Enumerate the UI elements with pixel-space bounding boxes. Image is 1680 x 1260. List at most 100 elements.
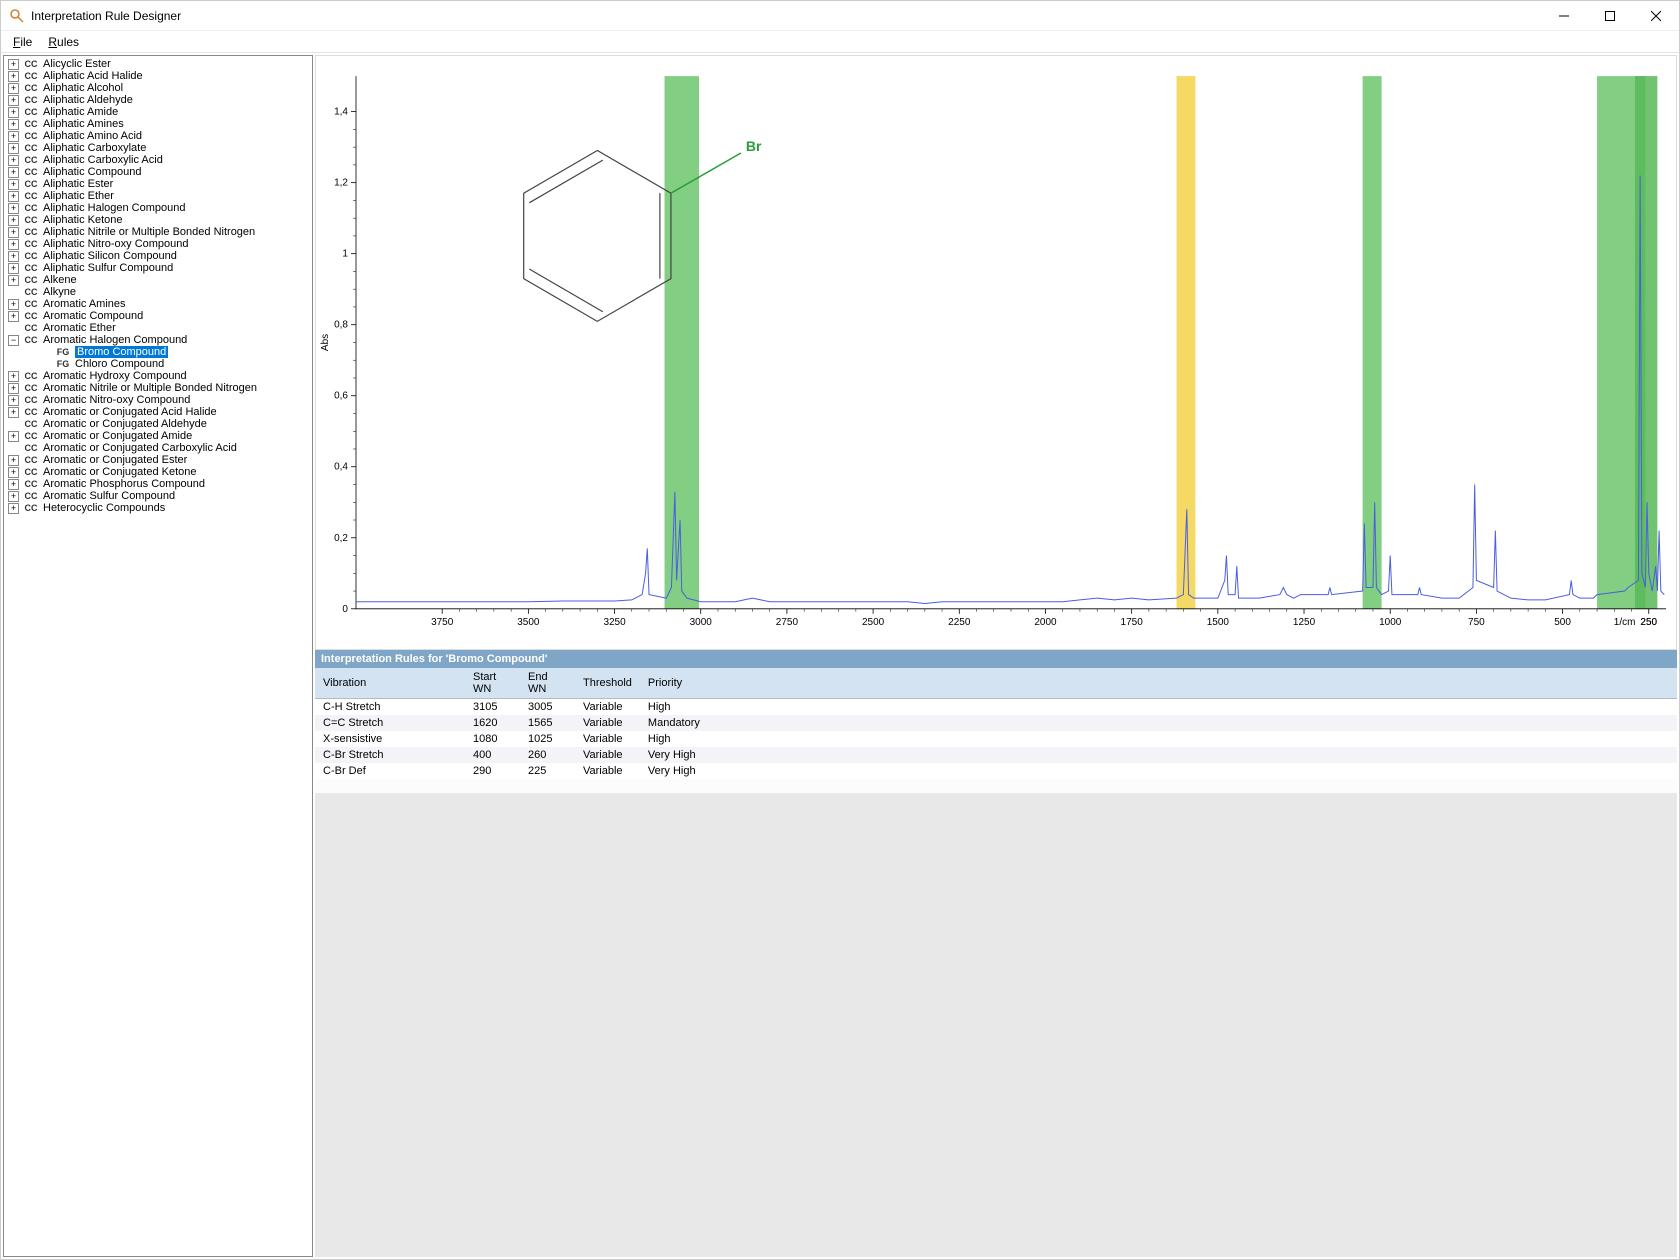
tree-item[interactable]: +CCAliphatic Sulfur Compound <box>4 262 312 274</box>
tree-item[interactable]: +CCAlkene <box>4 274 312 286</box>
expander-icon[interactable]: + <box>8 155 19 166</box>
rules-table[interactable]: VibrationStart WNEnd WNThresholdPriority… <box>315 668 1677 793</box>
tree-item[interactable]: +CCAliphatic Aldehyde <box>4 94 312 106</box>
menu-file[interactable]: File <box>5 33 40 51</box>
expander-icon[interactable]: + <box>8 95 19 106</box>
tree-item-child[interactable]: FGBromo Compound <box>4 346 312 358</box>
tree-item[interactable]: +CCAromatic Compound <box>4 310 312 322</box>
table-header[interactable]: Threshold <box>575 668 640 699</box>
tree-item[interactable]: −CCAromatic Halogen Compound <box>4 334 312 346</box>
node-label: Bromo Compound <box>75 346 168 358</box>
table-row[interactable]: C=C Stretch16201565VariableMandatory <box>315 715 1677 731</box>
table-header[interactable]: Start WN <box>465 668 520 699</box>
expander-icon[interactable]: + <box>8 299 19 310</box>
tree-item[interactable]: +CCAliphatic Acid Halide <box>4 70 312 82</box>
tree-item[interactable]: +CCAliphatic Carboxylate <box>4 142 312 154</box>
compound-tree[interactable]: +CCAlicyclic Ester+CCAliphatic Acid Hali… <box>3 55 313 1257</box>
node-type-label: CC <box>23 154 39 166</box>
expander-icon[interactable]: + <box>8 239 19 250</box>
tree-item[interactable]: +CCAliphatic Carboxylic Acid <box>4 154 312 166</box>
node-label: Aromatic or Conjugated Amide <box>43 430 192 442</box>
tree-item[interactable]: +CCAliphatic Ester <box>4 178 312 190</box>
expander-icon[interactable]: + <box>8 491 19 502</box>
svg-text:0: 0 <box>342 604 348 615</box>
expander-icon[interactable]: + <box>8 83 19 94</box>
tree-item[interactable]: CCAromatic or Conjugated Carboxylic Acid <box>4 442 312 454</box>
expander-icon[interactable]: + <box>8 371 19 382</box>
spectrum-chart[interactable]: 00,20,40,60,811,21,437503500325030002750… <box>315 55 1677 650</box>
expander-icon[interactable]: + <box>8 107 19 118</box>
minimize-button[interactable] <box>1541 1 1587 31</box>
tree-item[interactable]: +CCAliphatic Nitrile or Multiple Bonded … <box>4 226 312 238</box>
close-button[interactable] <box>1633 1 1679 31</box>
expander-icon[interactable]: + <box>8 59 19 70</box>
table-row[interactable]: C-Br Def290225VariableVery High <box>315 763 1677 779</box>
tree-item[interactable]: +CCAlicyclic Ester <box>4 58 312 70</box>
expander-icon[interactable]: + <box>8 119 19 130</box>
tree-item[interactable]: +CCAromatic or Conjugated Acid Halide <box>4 406 312 418</box>
expander-icon[interactable]: + <box>8 167 19 178</box>
table-header[interactable]: Priority <box>640 668 1677 699</box>
tree-item[interactable]: +CCAliphatic Amines <box>4 118 312 130</box>
tree-item[interactable]: +CCAliphatic Alcohol <box>4 82 312 94</box>
expander-icon[interactable]: + <box>8 251 19 262</box>
tree-item[interactable]: +CCAromatic or Conjugated Ester <box>4 454 312 466</box>
table-row[interactable]: C-H Stretch31053005VariableHigh <box>315 699 1677 716</box>
expander-icon[interactable] <box>8 419 19 430</box>
expander-icon[interactable]: + <box>8 179 19 190</box>
expander-icon[interactable]: + <box>8 143 19 154</box>
expander-icon[interactable]: + <box>8 227 19 238</box>
tree-item[interactable]: +CCAromatic Amines <box>4 298 312 310</box>
expander-icon[interactable] <box>8 443 19 454</box>
table-row[interactable]: X-sensistive10801025VariableHigh <box>315 731 1677 747</box>
tree-item[interactable]: +CCAliphatic Amino Acid <box>4 130 312 142</box>
tree-item[interactable]: +CCAliphatic Halogen Compound <box>4 202 312 214</box>
tree-item[interactable]: +CCAromatic Nitro-oxy Compound <box>4 394 312 406</box>
tree-item[interactable]: +CCHeterocyclic Compounds <box>4 502 312 514</box>
expander-icon[interactable]: + <box>8 395 19 406</box>
node-label: Aromatic Hydroxy Compound <box>43 370 187 382</box>
menu-rules[interactable]: Rules <box>40 33 87 51</box>
expander-icon[interactable]: + <box>8 203 19 214</box>
tree-item-child[interactable]: FGChloro Compound <box>4 358 312 370</box>
tree-item[interactable]: +CCAromatic Nitrile or Multiple Bonded N… <box>4 382 312 394</box>
tree-item[interactable]: +CCAliphatic Silicon Compound <box>4 250 312 262</box>
expander-icon[interactable]: + <box>8 407 19 418</box>
tree-item[interactable]: +CCAromatic Hydroxy Compound <box>4 370 312 382</box>
expander-icon[interactable]: + <box>8 263 19 274</box>
expander-icon[interactable]: + <box>8 191 19 202</box>
expander-icon[interactable]: + <box>8 503 19 514</box>
tree-item[interactable]: +CCAliphatic Ether <box>4 190 312 202</box>
tree-item[interactable]: +CCAromatic Sulfur Compound <box>4 490 312 502</box>
tree-item[interactable]: +CCAromatic Phosphorus Compound <box>4 478 312 490</box>
tree-item[interactable]: +CCAliphatic Compound <box>4 166 312 178</box>
expander-icon[interactable]: + <box>8 275 19 286</box>
expander-icon[interactable]: + <box>8 311 19 322</box>
tree-item[interactable]: +CCAliphatic Nitro-oxy Compound <box>4 238 312 250</box>
node-type-label: FG <box>55 358 71 370</box>
expander-icon[interactable]: + <box>8 467 19 478</box>
expander-icon[interactable]: + <box>8 215 19 226</box>
expander-icon[interactable]: + <box>8 455 19 466</box>
table-header[interactable]: Vibration <box>315 668 465 699</box>
expander-icon[interactable]: + <box>8 71 19 82</box>
tree-item[interactable]: +CCAliphatic Ketone <box>4 214 312 226</box>
table-row[interactable]: C-Br Stretch400260VariableVery High <box>315 747 1677 763</box>
expander-icon[interactable]: + <box>8 479 19 490</box>
expander-icon[interactable]: + <box>8 431 19 442</box>
expander-icon[interactable]: + <box>8 383 19 394</box>
tree-item[interactable]: +CCAromatic or Conjugated Ketone <box>4 466 312 478</box>
expander-icon[interactable]: − <box>8 335 19 346</box>
table-header[interactable]: End WN <box>520 668 575 699</box>
maximize-button[interactable] <box>1587 1 1633 31</box>
tree-item[interactable]: CCAromatic or Conjugated Aldehyde <box>4 418 312 430</box>
expander-icon[interactable]: + <box>8 131 19 142</box>
tree-item[interactable]: +CCAliphatic Amide <box>4 106 312 118</box>
expander-icon[interactable] <box>8 323 19 334</box>
node-label: Alkyne <box>43 286 76 298</box>
tree-item[interactable]: CCAlkyne <box>4 286 312 298</box>
expander-icon[interactable] <box>8 287 19 298</box>
tree-item[interactable]: +CCAromatic or Conjugated Amide <box>4 430 312 442</box>
tree-item[interactable]: CCAromatic Ether <box>4 322 312 334</box>
node-type-label: CC <box>23 214 39 226</box>
